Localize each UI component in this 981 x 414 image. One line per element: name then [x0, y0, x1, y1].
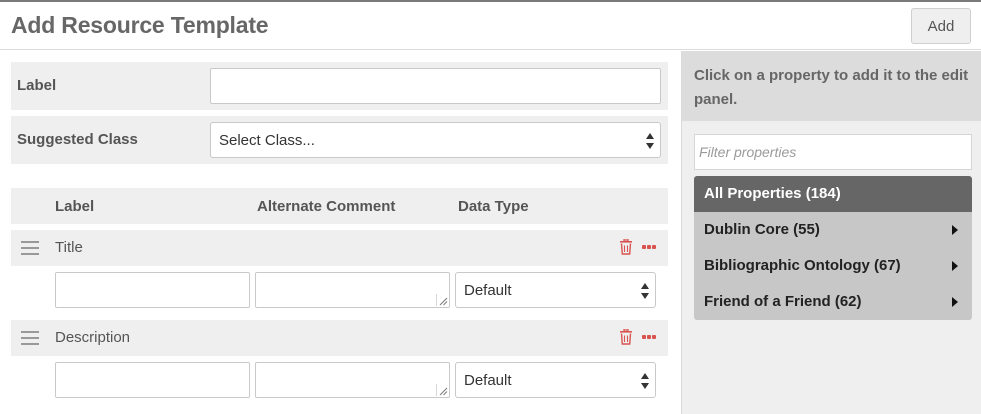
suggested-class-select[interactable]: Select Class...: [210, 122, 661, 158]
updown-arrows-icon: [641, 282, 649, 300]
group-all-properties[interactable]: All Properties (184): [694, 176, 972, 212]
alternate-comment-textarea[interactable]: [255, 272, 450, 308]
property-title: Title: [55, 239, 83, 256]
group-dublin-core[interactable]: Dublin Core (55): [694, 212, 972, 248]
property-row-header: Description: [11, 320, 668, 356]
updown-arrows-icon: [641, 372, 649, 390]
alternate-label-input[interactable]: [55, 362, 250, 398]
label-input[interactable]: [210, 68, 661, 104]
triangle-right-icon: [952, 225, 958, 235]
property-row-header: Title: [11, 230, 668, 266]
add-button[interactable]: Add: [911, 8, 971, 44]
drag-handle-icon[interactable]: [21, 241, 39, 255]
group-label: Bibliographic Ontology (67): [704, 257, 901, 274]
trash-icon[interactable]: [620, 238, 632, 255]
suggested-class-row: Suggested Class Select Class...: [11, 116, 668, 164]
property-row-description: Description Default: [11, 320, 668, 402]
group-label: Friend of a Friend (62): [704, 293, 862, 310]
group-label: All Properties (184): [704, 185, 841, 202]
group-label: Dublin Core (55): [704, 221, 820, 238]
edit-panel: Label Suggested Class Select Class... La…: [0, 51, 681, 414]
column-header-alternate-comment: Alternate Comment: [257, 198, 396, 215]
data-type-value: Default: [464, 282, 512, 299]
page-title: Add Resource Template: [11, 12, 269, 38]
label-field-label: Label: [17, 77, 57, 94]
resize-grip-icon[interactable]: [436, 384, 448, 396]
property-title: Description: [55, 329, 131, 346]
page-header: Add Resource Template Add: [0, 2, 981, 50]
drag-handle-icon[interactable]: [21, 331, 39, 345]
alternate-comment-textarea[interactable]: [255, 362, 450, 398]
group-friend-of-a-friend[interactable]: Friend of a Friend (62): [694, 284, 972, 320]
property-row-title: Title Default: [11, 230, 668, 312]
column-header-data-type: Data Type: [458, 198, 529, 215]
filter-properties-input[interactable]: [694, 134, 972, 170]
property-selector-sidebar: Click on a property to add it to the edi…: [681, 51, 981, 414]
suggested-class-value: Select Class...: [219, 132, 315, 149]
group-bibliographic-ontology[interactable]: Bibliographic Ontology (67): [694, 248, 972, 284]
column-header-label: Label: [55, 198, 95, 215]
property-table-header: Label Alternate Comment Data Type: [11, 188, 668, 224]
triangle-right-icon: [952, 297, 958, 307]
alternate-label-input[interactable]: [55, 272, 250, 308]
triangle-right-icon: [952, 261, 958, 271]
ellipsis-icon[interactable]: [642, 335, 656, 339]
ellipsis-icon[interactable]: [642, 245, 656, 249]
data-type-value: Default: [464, 372, 512, 389]
data-type-select[interactable]: Default: [455, 362, 656, 398]
sidebar-intro: Click on a property to add it to the edi…: [682, 51, 981, 121]
label-row: Label: [11, 62, 668, 110]
suggested-class-label: Suggested Class: [17, 131, 138, 148]
resize-grip-icon[interactable]: [436, 294, 448, 306]
trash-icon[interactable]: [620, 328, 632, 345]
property-group-list: All Properties (184) Dublin Core (55) Bi…: [694, 176, 972, 320]
updown-arrows-icon: [646, 132, 654, 150]
data-type-select[interactable]: Default: [455, 272, 656, 308]
